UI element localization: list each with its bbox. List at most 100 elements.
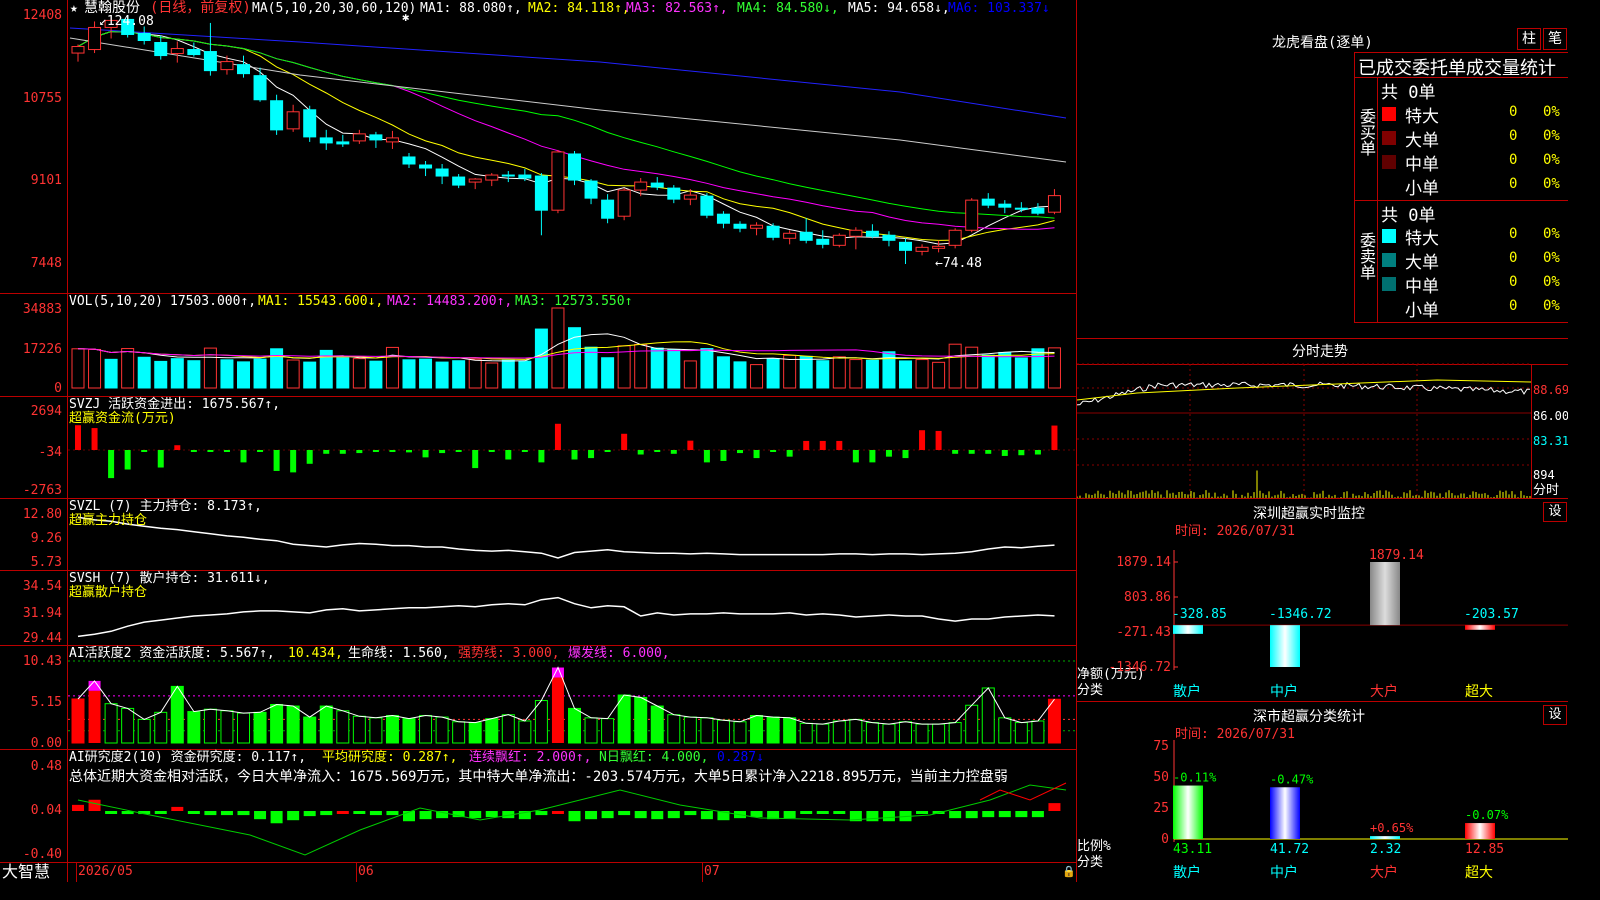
ma6-value: MA6: 103.337↓ (948, 1, 1050, 16)
ai1-bar (319, 705, 333, 744)
ai1-label-c: 生命线: 1.560, (348, 646, 450, 661)
svzj-bar (174, 445, 181, 450)
svzj-bar (720, 449, 727, 461)
date-tick-3 (702, 862, 703, 882)
ai2-bar (535, 811, 548, 816)
candle-body (170, 48, 184, 55)
ai1-bar (667, 714, 681, 744)
vol-bar (253, 358, 267, 389)
ss-value-label: 41.72 (1270, 842, 1309, 857)
vol-bar (88, 348, 102, 389)
candle-body (485, 174, 499, 181)
ai2-bar (684, 811, 697, 816)
date-tick-2 (356, 862, 357, 882)
divider-date (0, 862, 1076, 863)
svzj-bar (75, 425, 81, 450)
sz-axis-label: 803.86 (1124, 590, 1171, 605)
svzj-bar (968, 449, 975, 454)
vol-ma1: MA1: 15543.600↓, (258, 294, 384, 309)
candle-body (402, 156, 416, 165)
ss-category-label: 中户 (1270, 864, 1298, 881)
candle-body (766, 225, 780, 238)
period-label[interactable]: (日线，前复权) (150, 1, 251, 15)
ai1-bar (170, 685, 184, 744)
vol-bar (683, 360, 697, 389)
vol-bar (766, 358, 780, 389)
ai1-bar (385, 714, 399, 744)
candle-body (352, 133, 366, 142)
ai1-bar (865, 722, 879, 744)
svzj-bar (1034, 449, 1041, 455)
brand-label[interactable]: 大智慧 (2, 863, 50, 881)
vol-bar (385, 346, 399, 389)
ai1-bar (154, 711, 168, 744)
ai2-bar (949, 811, 962, 819)
candle-body (617, 189, 631, 217)
ss-category-label: 散户 (1173, 864, 1201, 881)
ai2-label-b: 平均研究度: 0.287↑, (322, 750, 458, 765)
vol-bar (419, 358, 433, 389)
lock-icon[interactable]: 🔒 (1062, 865, 1076, 879)
ai1-bar (104, 703, 118, 744)
svzj-bar (157, 449, 164, 468)
svzj-bar (985, 449, 992, 454)
ai1-label-b: 10.434, (288, 646, 343, 661)
ai1-bar (948, 722, 962, 744)
vol-ma3: MA3: 12573.550↑ (515, 294, 633, 309)
svzl-axis-3: 5.73 (30, 555, 62, 570)
vol-bar (915, 359, 929, 389)
sz-value-label: -328.85 (1172, 607, 1227, 622)
ai2-bar (485, 811, 498, 818)
ai1-bar (402, 718, 416, 744)
svzj-bar (538, 449, 545, 463)
vol-bar (501, 359, 515, 389)
ai1-bar (286, 705, 300, 744)
ai2-bar (651, 811, 664, 820)
ai2-bar (220, 811, 233, 816)
svzl-axis-2: 9.26 (30, 531, 62, 546)
ai1-bar (501, 714, 515, 744)
ai2-label-a: AI研究度2(10) 资金研究度: 0.117↑, (69, 750, 307, 765)
svzj-bar (406, 449, 412, 453)
vol-bar (700, 348, 714, 389)
vol-value: 17503.000↑, (170, 294, 257, 309)
svzj-bar (588, 449, 595, 459)
svzj-bar (389, 449, 396, 452)
ai2-bar (72, 804, 84, 811)
vol-bar (799, 355, 813, 389)
candle-body (816, 238, 830, 245)
vol-bar (137, 356, 151, 389)
ai1-bar (352, 715, 366, 744)
ai2-bar (469, 811, 482, 819)
vol-axis-2: 17226 (22, 342, 62, 357)
ai2-bar (585, 811, 598, 820)
vol-bar (733, 361, 747, 389)
candle-body (534, 175, 548, 211)
candle-body (220, 61, 234, 71)
candle-body (584, 180, 598, 199)
svzj-bar (505, 449, 512, 460)
sz-value-label: -1346.72 (1269, 607, 1332, 622)
vol-bar (882, 351, 896, 389)
ai2-bar (237, 811, 250, 816)
svzj-bar (670, 449, 677, 454)
vol-bar (435, 361, 449, 389)
ai2-bar (419, 811, 432, 820)
ai2-bar (254, 811, 267, 820)
svzj-bar (803, 440, 810, 450)
candle-body (1047, 195, 1061, 213)
ai2-bar (634, 811, 647, 819)
ai2-bar (171, 806, 184, 811)
candle-body (882, 234, 896, 241)
ai1-bar (700, 717, 714, 744)
ai1-bar (253, 711, 267, 744)
ai1-bar (683, 716, 697, 744)
candle-body (932, 245, 946, 249)
stock-name[interactable]: 慧翰股份 (84, 1, 140, 15)
candle-body (203, 51, 217, 72)
svzj-bar (521, 449, 528, 452)
ai2-summary: 总体近期大资金相对活跃，今日大单净流入：1675.569万元，其中特大单净流出：… (69, 769, 1008, 785)
ai1-bar (733, 721, 747, 744)
vol-ma5-line (77, 333, 1055, 362)
ai1-bar (816, 723, 830, 744)
